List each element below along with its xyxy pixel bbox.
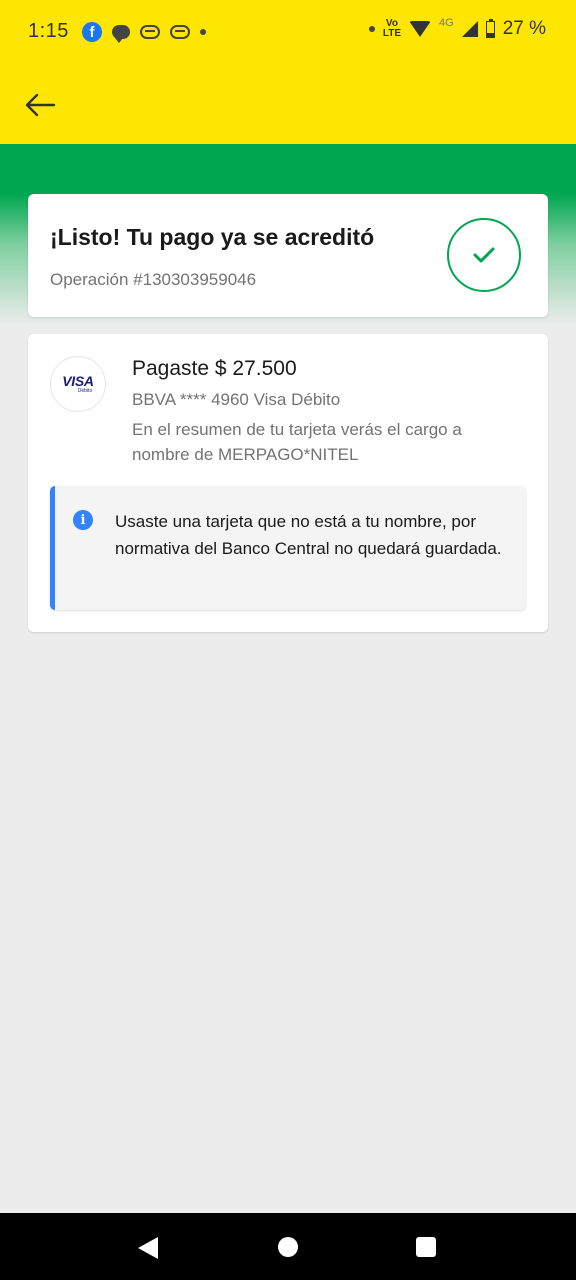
notification-icons: f xyxy=(82,22,206,43)
nav-back-icon[interactable] xyxy=(138,1237,158,1259)
check-icon xyxy=(473,247,495,263)
back-button[interactable] xyxy=(20,86,60,126)
battery-percent: 27 % xyxy=(502,18,546,39)
success-check-badge xyxy=(447,218,521,292)
info-icon: i xyxy=(73,510,93,530)
nav-recents-icon[interactable] xyxy=(416,1237,436,1257)
info-banner: i Usaste una tarjeta que no está a tu no… xyxy=(50,486,526,610)
signal-icon xyxy=(461,21,478,37)
success-title: ¡Listo! Tu pago ya se acreditó xyxy=(50,224,375,250)
status-bar: 1:15 f Vo LTE 4G 27 % xyxy=(0,0,576,64)
volte-icon: Vo LTE xyxy=(383,19,401,39)
volte-label-bottom: LTE xyxy=(382,28,401,39)
card-description: BBVA **** 4960 Visa Débito xyxy=(132,390,341,409)
payment-card: VISA Débito Pagaste $ 27.500 BBVA **** 4… xyxy=(28,334,548,632)
app-bar xyxy=(0,64,576,144)
wifi-icon xyxy=(409,21,431,37)
chat-icon xyxy=(112,25,130,43)
visa-logo-text: VISA xyxy=(62,373,94,389)
status-time: 1:15 xyxy=(28,20,69,42)
operation-number: Operación #130303959046 xyxy=(50,270,257,289)
network-type-label: 4G xyxy=(439,17,454,29)
visa-logo: VISA Débito xyxy=(50,356,106,412)
battery-icon xyxy=(485,18,495,38)
visa-logo-subtext: Débito xyxy=(77,388,93,394)
app-icon xyxy=(140,25,160,39)
dot-icon xyxy=(368,26,375,32)
app-icon xyxy=(170,25,190,39)
dot-icon xyxy=(200,29,206,35)
success-card: ¡Listo! Tu pago ya se acreditó Operación… xyxy=(28,194,548,317)
info-text: Usaste una tarjeta que no está a tu nomb… xyxy=(115,512,502,558)
paid-amount: Pagaste $ 27.500 xyxy=(132,357,297,380)
system-nav-bar xyxy=(0,1213,576,1280)
nav-home-icon[interactable] xyxy=(278,1237,298,1257)
facebook-icon: f xyxy=(82,22,102,42)
system-icons: Vo LTE 4G 27 % xyxy=(368,17,546,40)
statement-note: En el resumen de tu tarjeta verás el car… xyxy=(132,420,462,464)
arrow-left-icon xyxy=(25,93,56,117)
